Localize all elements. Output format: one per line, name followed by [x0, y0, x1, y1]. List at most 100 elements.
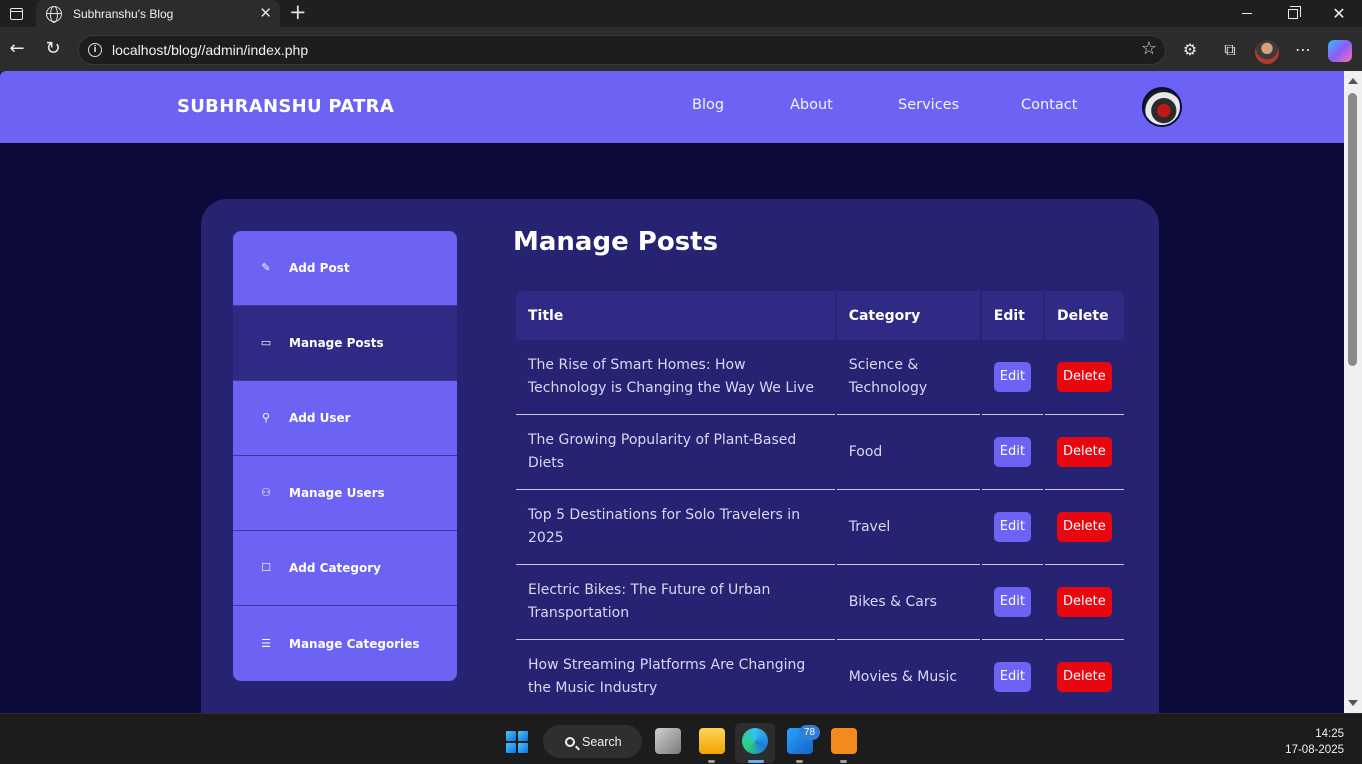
nav-contact[interactable]: Contact [1021, 97, 1077, 113]
windows-start-icon[interactable] [506, 731, 528, 753]
sidebar-item-label: Add Post [289, 261, 350, 275]
xampp-icon[interactable] [831, 728, 857, 754]
delete-button[interactable]: Delete [1056, 437, 1112, 467]
column-header-edit: Edit [981, 291, 1043, 340]
scrollbar-thumb[interactable] [1348, 93, 1357, 366]
post-title: The Rise of Smart Homes: How Technology … [516, 340, 835, 415]
extensions-icon[interactable]: ⚙ [1179, 39, 1201, 61]
nav-about[interactable]: About [790, 97, 833, 113]
post-category: Science & Technology [836, 340, 980, 415]
browser-tab[interactable]: Subhranshu's Blog ✕ [36, 0, 280, 27]
running-indicator [708, 760, 715, 763]
new-tab-button[interactable]: + [289, 2, 307, 23]
edit-box-icon: ☐ [261, 561, 271, 574]
site-brand[interactable]: SUBHRANSHU PATRA [177, 96, 394, 117]
address-bar[interactable]: i localhost/blog//admin/index.php ☆ [78, 35, 1166, 65]
page-title: Manage Posts [513, 227, 719, 257]
edit-button[interactable]: Edit [993, 587, 1031, 617]
list-icon: ☰ [261, 636, 271, 650]
screenshot-icon[interactable]: ⧉ [1219, 39, 1241, 61]
column-header-title: Title [516, 291, 835, 340]
post-category: Bikes & Cars [836, 565, 980, 640]
site-header: SUBHRANSHU PATRA Blog About Services Con… [0, 71, 1344, 143]
edit-button[interactable]: Edit [993, 437, 1031, 467]
search-label: Search [582, 734, 622, 749]
sidebar-item-label: Add Category [289, 561, 381, 575]
taskbar-search[interactable]: Search [543, 725, 642, 758]
scroll-up-arrow-icon[interactable] [1348, 78, 1358, 84]
delete-button[interactable]: Delete [1056, 512, 1112, 542]
browser-toolbar: ← ↻ i localhost/blog//admin/index.php ☆ … [0, 27, 1362, 71]
edit-button[interactable]: Edit [993, 512, 1031, 542]
sidebar-item-add-post[interactable]: ✎ Add Post [233, 231, 457, 306]
profile-avatar-icon[interactable] [1255, 40, 1279, 64]
tab-title: Subhranshu's Blog [73, 6, 174, 21]
refresh-icon[interactable]: ↻ [42, 38, 64, 60]
table-row: The Rise of Smart Homes: How Technology … [516, 340, 1124, 415]
user-plus-icon: ⚲ [261, 411, 271, 424]
search-icon [565, 736, 575, 747]
back-arrow-icon[interactable]: ← [6, 38, 28, 60]
edge-browser-icon[interactable] [742, 728, 768, 754]
sidebar-item-add-category[interactable]: ☐ Add Category [233, 531, 457, 606]
close-window-button[interactable]: ✕ [1316, 0, 1362, 27]
scroll-down-arrow-icon[interactable] [1348, 700, 1358, 706]
post-title: Electric Bikes: The Future of Urban Tran… [516, 565, 835, 640]
table-row: Top 5 Destinations for Solo Travelers in… [516, 490, 1124, 565]
favorite-star-icon[interactable]: ☆ [1141, 39, 1157, 59]
sidebar-item-manage-categories[interactable]: ☰ Manage Categories [233, 606, 457, 681]
table-row: How Streaming Platforms Are Changing the… [516, 640, 1124, 713]
sidebar-item-label: Manage Posts [289, 336, 384, 350]
nav-services[interactable]: Services [898, 97, 959, 113]
post-title: The Growing Popularity of Plant-Based Di… [516, 415, 835, 490]
copilot-icon[interactable] [1328, 40, 1352, 62]
post-title: Top 5 Destinations for Solo Travelers in… [516, 490, 835, 565]
post-title: How Streaming Platforms Are Changing the… [516, 640, 835, 713]
url-text[interactable]: localhost/blog//admin/index.php [112, 42, 308, 58]
restore-button[interactable] [1270, 0, 1316, 27]
admin-sidebar: ✎ Add Post ▭ Manage Posts ⚲ Add User ⚇ M… [233, 231, 457, 681]
posts-table: Title Category Edit Delete The Rise of S… [514, 291, 1126, 713]
windows-taskbar: Search 78 14:25 17-08-2025 [0, 713, 1362, 764]
edit-button[interactable]: Edit [993, 662, 1031, 692]
clock-date: 17-08-2025 [1285, 744, 1344, 756]
sidebar-item-label: Add User [289, 411, 351, 425]
column-header-delete: Delete [1044, 291, 1124, 340]
users-icon: ⚇ [261, 486, 271, 499]
post-category: Food [836, 415, 980, 490]
notification-badge: 78 [799, 725, 820, 740]
sidebar-item-label: Manage Categories [289, 636, 420, 651]
id-card-icon: ▭ [260, 336, 272, 349]
nav-blog[interactable]: Blog [692, 97, 724, 113]
running-indicator [796, 760, 803, 763]
minimize-button[interactable] [1224, 0, 1270, 27]
pencil-icon: ✎ [261, 261, 271, 274]
table-row: Electric Bikes: The Future of Urban Tran… [516, 565, 1124, 640]
sidebar-item-label: Manage Users [289, 486, 385, 500]
delete-button[interactable]: Delete [1056, 662, 1112, 692]
globe-icon [46, 5, 62, 23]
post-category: Travel [836, 490, 980, 565]
system-clock[interactable]: 14:25 17-08-2025 [1285, 726, 1344, 758]
table-row: The Growing Popularity of Plant-Based Di… [516, 415, 1124, 490]
info-icon[interactable]: i [88, 43, 102, 57]
table-header-row: Title Category Edit Delete [516, 291, 1124, 340]
browser-titlebar: Subhranshu's Blog ✕ + ✕ [0, 0, 1362, 27]
file-explorer-icon[interactable] [699, 728, 725, 754]
delete-button[interactable]: Delete [1056, 587, 1112, 617]
page-scrollbar[interactable] [1344, 71, 1362, 713]
task-view-icon[interactable] [655, 728, 681, 754]
delete-button[interactable]: Delete [1056, 362, 1112, 392]
running-indicator [840, 760, 847, 763]
edit-button[interactable]: Edit [993, 362, 1031, 392]
dashboard-panel: ✎ Add Post ▭ Manage Posts ⚲ Add User ⚇ M… [201, 199, 1159, 713]
clock-time: 14:25 [1315, 728, 1344, 740]
more-menu-icon[interactable]: ⋯ [1292, 39, 1314, 61]
web-page: SUBHRANSHU PATRA Blog About Services Con… [0, 71, 1344, 713]
tab-actions-icon[interactable] [6, 5, 26, 22]
sidebar-item-manage-users[interactable]: ⚇ Manage Users [233, 456, 457, 531]
user-avatar[interactable] [1142, 87, 1182, 127]
sidebar-item-add-user[interactable]: ⚲ Add User [233, 381, 457, 456]
close-tab-icon[interactable]: ✕ [259, 5, 272, 21]
sidebar-item-manage-posts[interactable]: ▭ Manage Posts [233, 306, 457, 381]
